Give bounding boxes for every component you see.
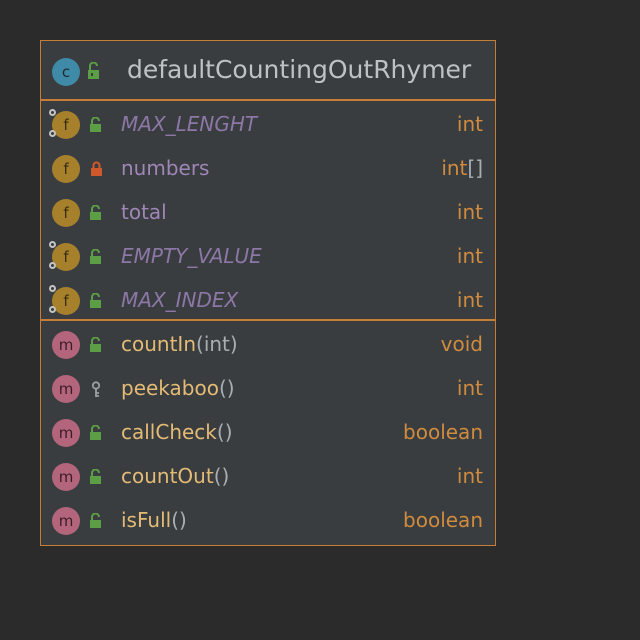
field-type: int (456, 112, 483, 136)
method-signature: callCheck() (121, 420, 233, 444)
public-open-lock-icon (89, 512, 105, 533)
field-name: EMPTY_VALUE (121, 244, 262, 268)
field-type: int[] (441, 156, 483, 180)
public-open-lock-icon (89, 292, 105, 313)
public-open-lock-icon (89, 204, 105, 225)
package-key-icon (89, 381, 105, 403)
public-open-lock-icon (87, 61, 103, 84)
public-open-lock-icon (89, 424, 105, 445)
final-marker-icon (49, 262, 56, 269)
method-icon: m (52, 331, 80, 359)
public-open-lock-icon (89, 336, 105, 357)
public-open-lock-icon (89, 468, 105, 489)
method-signature: isFull() (121, 508, 187, 532)
method-return-type: int (456, 464, 483, 488)
method-row-countin[interactable]: m countIn(int) void (41, 323, 495, 367)
field-icon: f (52, 287, 80, 315)
uml-class-box[interactable]: c defaultCountingOutRhymer f MAX_LENGHT … (40, 40, 496, 546)
field-icon: f (52, 155, 80, 183)
field-name: total (121, 200, 167, 224)
class-header[interactable]: c defaultCountingOutRhymer (41, 41, 495, 101)
method-icon: m (52, 419, 80, 447)
field-type: int (456, 200, 483, 224)
method-row-countout[interactable]: m countOut() int (41, 455, 495, 499)
class-icon: c (52, 58, 80, 86)
method-return-type: boolean (403, 508, 483, 532)
static-marker-icon (49, 285, 56, 292)
field-icon: f (52, 199, 80, 227)
field-type: int (456, 288, 483, 312)
field-name: MAX_INDEX (121, 288, 239, 312)
field-icon: f (52, 111, 80, 139)
method-icon: m (52, 507, 80, 535)
method-return-type: int (456, 376, 483, 400)
method-return-type: void (440, 332, 483, 356)
final-marker-icon (49, 306, 56, 313)
private-lock-icon (89, 161, 105, 181)
field-row-empty-value[interactable]: f EMPTY_VALUE int (41, 235, 495, 279)
method-signature: countOut() (121, 464, 230, 488)
method-row-isfull[interactable]: m isFull() boolean (41, 499, 495, 543)
field-icon: f (52, 243, 80, 271)
method-signature: peekaboo() (121, 376, 235, 400)
field-type: int (456, 244, 483, 268)
field-row-max-lenght[interactable]: f MAX_LENGHT int (41, 103, 495, 147)
fields-section: f MAX_LENGHT int f numbers int[] f total… (41, 101, 495, 321)
public-open-lock-icon (89, 248, 105, 269)
method-return-type: boolean (403, 420, 483, 444)
class-name: defaultCountingOutRhymer (127, 55, 472, 84)
field-name: numbers (121, 156, 210, 180)
field-name: MAX_LENGHT (121, 112, 258, 136)
method-row-callcheck[interactable]: m callCheck() boolean (41, 411, 495, 455)
method-icon: m (52, 463, 80, 491)
static-marker-icon (49, 109, 56, 116)
method-signature: countIn(int) (121, 332, 238, 356)
method-icon: m (52, 375, 80, 403)
static-marker-icon (49, 241, 56, 248)
field-row-max-index[interactable]: f MAX_INDEX int (41, 279, 495, 323)
field-row-total[interactable]: f total int (41, 191, 495, 235)
methods-section: m countIn(int) void m peekaboo() int m c… (41, 321, 495, 541)
method-row-peekaboo[interactable]: m peekaboo() int (41, 367, 495, 411)
field-row-numbers[interactable]: f numbers int[] (41, 147, 495, 191)
public-open-lock-icon (89, 116, 105, 137)
final-marker-icon (49, 130, 56, 137)
